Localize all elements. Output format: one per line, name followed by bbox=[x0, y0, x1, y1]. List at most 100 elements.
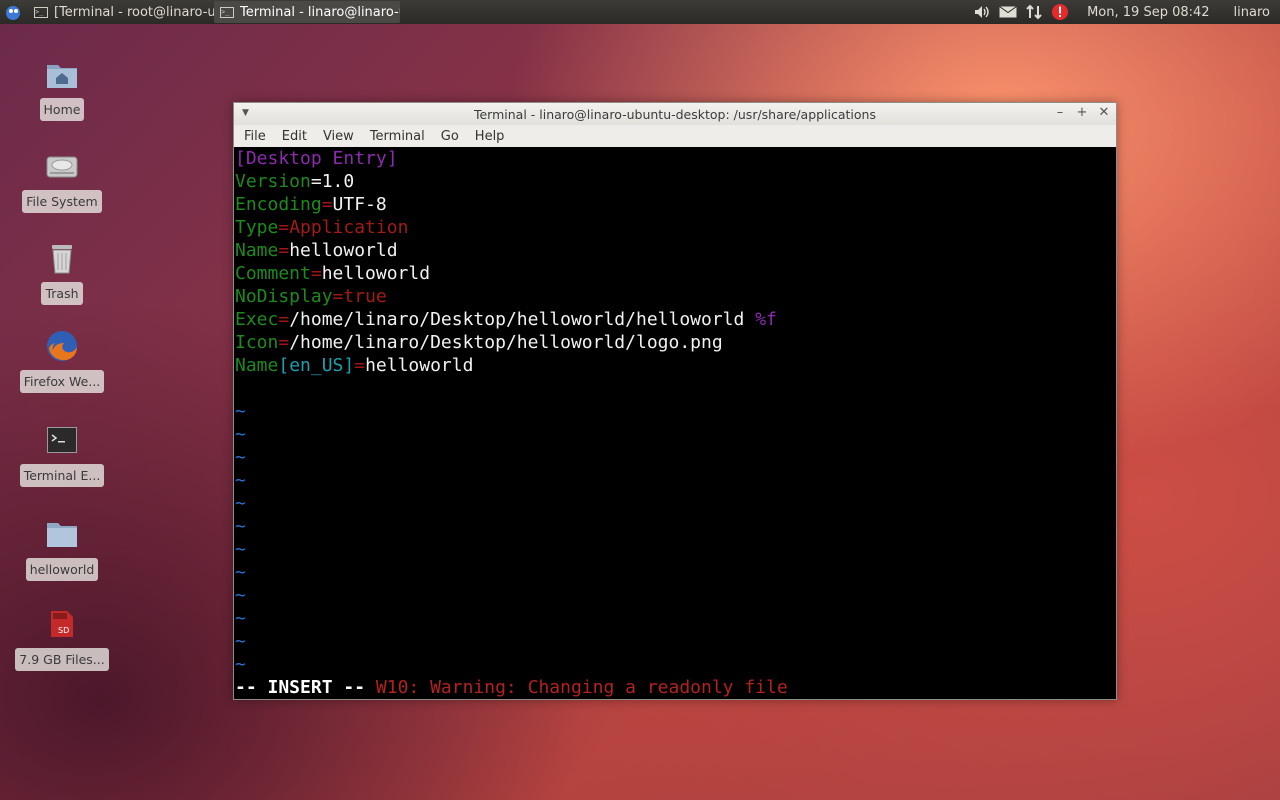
maximize-icon[interactable]: + bbox=[1076, 105, 1088, 120]
entry-value: helloworld bbox=[289, 240, 398, 261]
entry-separator: = bbox=[278, 332, 290, 353]
desktop-icon-helloworld[interactable]: helloworld bbox=[0, 516, 124, 581]
entry-field-code: %f bbox=[755, 309, 777, 330]
task-label: Terminal - linaro@linaro-ub... bbox=[240, 4, 400, 20]
editor-line: Name=helloworld bbox=[235, 239, 1116, 262]
entry-key: Exec bbox=[235, 309, 279, 330]
entry-key: Type bbox=[235, 217, 279, 238]
minimize-icon[interactable]: – bbox=[1054, 105, 1066, 120]
menu-edit[interactable]: Edit bbox=[276, 129, 313, 144]
entry-value: true bbox=[343, 286, 387, 307]
editor-line: Icon=/home/linaro/Desktop/helloworld/log… bbox=[235, 331, 1116, 354]
desktop-icon-label: Terminal E... bbox=[19, 464, 105, 487]
entry-separator: = bbox=[321, 194, 333, 215]
entry-key: Encoding bbox=[235, 194, 322, 215]
entry-value: /home/linaro/Desktop/helloworld/logo.png bbox=[289, 332, 723, 353]
applications-menu-button[interactable] bbox=[2, 1, 24, 23]
tilde-line: ~ bbox=[235, 516, 246, 537]
editor-line: Encoding=UTF-8 bbox=[235, 193, 1116, 216]
section-header: [Desktop Entry] bbox=[235, 148, 398, 169]
entry-separator: = bbox=[332, 286, 344, 307]
desktop-icon-terminal-emulator[interactable]: Terminal E... bbox=[0, 422, 124, 487]
editor-line: Comment=helloworld bbox=[235, 262, 1116, 285]
trash-icon bbox=[44, 240, 80, 276]
entry-key: Comment bbox=[235, 263, 311, 284]
entry-separator: = bbox=[354, 355, 366, 376]
desktop-icon-label: Trash bbox=[41, 282, 83, 305]
hard-drive-icon bbox=[44, 148, 80, 184]
empty-line bbox=[235, 377, 1116, 400]
top-panel: >_ [Terminal - root@linaro-ubu... >_ Ter… bbox=[0, 0, 1280, 24]
entry-key: NoDisplay bbox=[235, 286, 333, 307]
entry-key: Version bbox=[235, 171, 311, 192]
terminal-icon: >_ bbox=[34, 6, 48, 18]
menu-help[interactable]: Help bbox=[469, 129, 511, 144]
desktop-icon-firefox[interactable]: Firefox We... bbox=[0, 328, 124, 393]
xfce-mouse-icon bbox=[6, 6, 20, 20]
desktop-icon-label: 7.9 GB Files... bbox=[15, 648, 109, 671]
tilde-line: ~ bbox=[235, 493, 246, 514]
user-menu[interactable]: linaro bbox=[1234, 5, 1270, 20]
terminal-icon: >_ bbox=[220, 6, 234, 18]
entry-locale: [en_US] bbox=[278, 355, 355, 376]
home-folder-icon bbox=[44, 56, 80, 92]
svg-text:SD: SD bbox=[58, 626, 69, 635]
insert-mode-indicator: -- INSERT -- bbox=[235, 677, 366, 698]
sd-card-icon: SD bbox=[44, 606, 80, 642]
firefox-icon bbox=[44, 328, 80, 364]
desktop-icon-trash[interactable]: Trash bbox=[0, 240, 124, 305]
task-label: [Terminal - root@linaro-ubu... bbox=[54, 4, 214, 20]
tilde-line: ~ bbox=[235, 654, 246, 675]
desktop-icon-home[interactable]: Home bbox=[0, 56, 124, 121]
entry-key: Name bbox=[235, 240, 279, 261]
window-titlebar[interactable]: ▼ Terminal - linaro@linaro-ubuntu-deskto… bbox=[234, 103, 1116, 125]
entry-value: helloworld bbox=[321, 263, 431, 284]
editor-line: Name[en_US]=helloworld bbox=[235, 354, 1116, 377]
terminal-window: ▼ Terminal - linaro@linaro-ubuntu-deskto… bbox=[233, 102, 1117, 700]
network-icon[interactable] bbox=[1025, 4, 1043, 20]
desktop-icon-sd-card[interactable]: SD 7.9 GB Files... bbox=[0, 606, 124, 671]
taskbar-item-root-terminal[interactable]: >_ [Terminal - root@linaro-ubu... bbox=[28, 1, 214, 23]
desktop-icon-label: helloworld bbox=[25, 558, 99, 581]
taskbar-item-linaro-terminal[interactable]: >_ Terminal - linaro@linaro-ub... bbox=[214, 1, 400, 23]
editor-line: Type=Application bbox=[235, 216, 1116, 239]
desktop-icon-file-system[interactable]: File System bbox=[0, 148, 124, 213]
entry-separator: = bbox=[310, 171, 322, 192]
close-icon[interactable]: ✕ bbox=[1098, 105, 1110, 120]
menu-go[interactable]: Go bbox=[435, 129, 465, 144]
volume-icon[interactable] bbox=[973, 4, 991, 20]
window-title: Terminal - linaro@linaro-ubuntu-desktop:… bbox=[473, 106, 876, 122]
menu-view[interactable]: View bbox=[317, 129, 360, 144]
menu-file[interactable]: File bbox=[238, 129, 272, 144]
entry-value: UTF-8 bbox=[332, 194, 387, 215]
folder-icon bbox=[44, 516, 80, 552]
mail-icon[interactable] bbox=[999, 4, 1017, 20]
entry-value: /home/linaro/Desktop/helloworld/hellowor… bbox=[289, 309, 745, 330]
entry-value: helloworld bbox=[365, 355, 474, 376]
readonly-warning: W10: Warning: Changing a readonly file bbox=[375, 677, 788, 698]
tilde-line: ~ bbox=[235, 424, 246, 445]
tilde-line: ~ bbox=[235, 562, 246, 583]
entry-value: 1.0 bbox=[321, 171, 355, 192]
entry-separator: = bbox=[278, 309, 290, 330]
tilde-line: ~ bbox=[235, 539, 246, 560]
entry-separator: = bbox=[278, 217, 290, 238]
desktop-icon-label: Firefox We... bbox=[19, 370, 105, 393]
desktop-icon-label: File System bbox=[22, 190, 102, 213]
tilde-line: ~ bbox=[235, 631, 246, 652]
terminal-content[interactable]: [Desktop Entry] Version=1.0 Encoding=UTF… bbox=[234, 147, 1116, 699]
editor-line: Exec=/home/linaro/Desktop/helloworld/hel… bbox=[235, 308, 1116, 331]
tilde-line: ~ bbox=[235, 585, 246, 606]
entry-key: Name bbox=[235, 355, 279, 376]
clock[interactable]: Mon, 19 Sep 08:42 bbox=[1087, 5, 1209, 20]
tilde-line: ~ bbox=[235, 401, 246, 422]
menu-bar: File Edit View Terminal Go Help bbox=[234, 125, 1116, 147]
entry-separator: = bbox=[278, 240, 290, 261]
window-menu-icon[interactable]: ▼ bbox=[242, 108, 249, 118]
editor-line: NoDisplay=true bbox=[235, 285, 1116, 308]
menu-terminal[interactable]: Terminal bbox=[364, 129, 431, 144]
desktop-icon-label: Home bbox=[39, 98, 85, 121]
entry-key: Icon bbox=[235, 332, 279, 353]
terminal-icon bbox=[44, 422, 80, 458]
update-notifier-icon[interactable] bbox=[1051, 4, 1069, 20]
